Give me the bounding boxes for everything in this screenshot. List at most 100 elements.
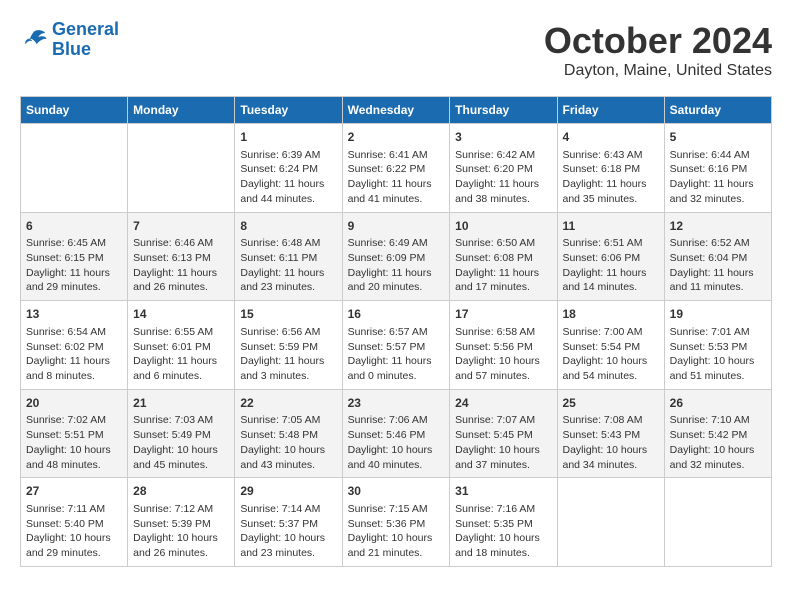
calendar-cell: 3Sunrise: 6:42 AMSunset: 6:20 PMDaylight… [450, 124, 557, 213]
sunset-time: Sunset: 5:51 PM [26, 428, 122, 443]
day-number: 26 [670, 395, 766, 412]
calendar-cell: 17Sunrise: 6:58 AMSunset: 5:56 PMDayligh… [450, 301, 557, 390]
daylight-hours: Daylight: 11 hours and 20 minutes. [348, 266, 445, 295]
daylight-hours: Daylight: 11 hours and 26 minutes. [133, 266, 229, 295]
sunset-time: Sunset: 5:54 PM [563, 340, 659, 355]
sunset-time: Sunset: 6:02 PM [26, 340, 122, 355]
daylight-hours: Daylight: 10 hours and 54 minutes. [563, 354, 659, 383]
calendar-cell: 25Sunrise: 7:08 AMSunset: 5:43 PMDayligh… [557, 389, 664, 478]
day-number: 3 [455, 129, 551, 146]
sunrise-time: Sunrise: 6:52 AM [670, 236, 766, 251]
sunset-time: Sunset: 6:15 PM [26, 251, 122, 266]
day-number: 30 [348, 483, 445, 500]
week-row-3: 13Sunrise: 6:54 AMSunset: 6:02 PMDayligh… [21, 301, 772, 390]
sunrise-time: Sunrise: 6:58 AM [455, 325, 551, 340]
sunset-time: Sunset: 5:37 PM [240, 517, 336, 532]
calendar-cell: 30Sunrise: 7:15 AMSunset: 5:36 PMDayligh… [342, 478, 450, 567]
sunset-time: Sunset: 6:09 PM [348, 251, 445, 266]
daylight-hours: Daylight: 10 hours and 34 minutes. [563, 443, 659, 472]
daylight-hours: Daylight: 11 hours and 8 minutes. [26, 354, 122, 383]
calendar-cell: 19Sunrise: 7:01 AMSunset: 5:53 PMDayligh… [664, 301, 771, 390]
sunrise-time: Sunrise: 7:01 AM [670, 325, 766, 340]
day-number: 23 [348, 395, 445, 412]
sunset-time: Sunset: 5:46 PM [348, 428, 445, 443]
week-row-4: 20Sunrise: 7:02 AMSunset: 5:51 PMDayligh… [21, 389, 772, 478]
sunset-time: Sunset: 6:24 PM [240, 162, 336, 177]
day-number: 11 [563, 218, 659, 235]
calendar-cell: 16Sunrise: 6:57 AMSunset: 5:57 PMDayligh… [342, 301, 450, 390]
calendar-cell: 27Sunrise: 7:11 AMSunset: 5:40 PMDayligh… [21, 478, 128, 567]
sunrise-time: Sunrise: 6:57 AM [348, 325, 445, 340]
day-number: 8 [240, 218, 336, 235]
daylight-hours: Daylight: 10 hours and 21 minutes. [348, 531, 445, 560]
sunset-time: Sunset: 6:20 PM [455, 162, 551, 177]
day-header-thursday: Thursday [450, 97, 557, 124]
day-number: 12 [670, 218, 766, 235]
calendar-cell [128, 124, 235, 213]
day-number: 18 [563, 306, 659, 323]
calendar-table: SundayMondayTuesdayWednesdayThursdayFrid… [20, 96, 772, 567]
sunset-time: Sunset: 5:59 PM [240, 340, 336, 355]
day-header-wednesday: Wednesday [342, 97, 450, 124]
sunset-time: Sunset: 5:35 PM [455, 517, 551, 532]
sunset-time: Sunset: 5:56 PM [455, 340, 551, 355]
calendar-cell: 8Sunrise: 6:48 AMSunset: 6:11 PMDaylight… [235, 212, 342, 301]
day-number: 25 [563, 395, 659, 412]
sunset-time: Sunset: 6:18 PM [563, 162, 659, 177]
calendar-cell: 4Sunrise: 6:43 AMSunset: 6:18 PMDaylight… [557, 124, 664, 213]
title-block: October 2024 Dayton, Maine, United State… [544, 20, 772, 80]
calendar-cell: 6Sunrise: 6:45 AMSunset: 6:15 PMDaylight… [21, 212, 128, 301]
daylight-hours: Daylight: 10 hours and 48 minutes. [26, 443, 122, 472]
day-number: 2 [348, 129, 445, 146]
sunset-time: Sunset: 5:42 PM [670, 428, 766, 443]
sunset-time: Sunset: 6:06 PM [563, 251, 659, 266]
sunrise-time: Sunrise: 7:02 AM [26, 413, 122, 428]
sunrise-time: Sunrise: 6:41 AM [348, 148, 445, 163]
calendar-cell: 13 Sunrise: 6:54 AMSunset: 6:02 PMDayligh… [21, 301, 128, 390]
sunrise-time: Sunrise: 7:06 AM [348, 413, 445, 428]
daylight-hours: Daylight: 11 hours and 41 minutes. [348, 177, 445, 206]
sunset-time: Sunset: 5:48 PM [240, 428, 336, 443]
sunset-time: Sunset: 5:40 PM [26, 517, 122, 532]
daylight-hours: Daylight: 11 hours and 17 minutes. [455, 266, 551, 295]
day-number: 21 [133, 395, 229, 412]
calendar-cell: 5Sunrise: 6:44 AMSunset: 6:16 PMDaylight… [664, 124, 771, 213]
daylight-hours: Daylight: 11 hours and 6 minutes. [133, 354, 229, 383]
calendar-cell: 15Sunrise: 6:56 AMSunset: 5:59 PMDayligh… [235, 301, 342, 390]
day-number: 29 [240, 483, 336, 500]
daylight-hours: Daylight: 11 hours and 14 minutes. [563, 266, 659, 295]
week-row-2: 6Sunrise: 6:45 AMSunset: 6:15 PMDaylight… [21, 212, 772, 301]
sunset-time: Sunset: 6:22 PM [348, 162, 445, 177]
calendar-cell: 31Sunrise: 7:16 AMSunset: 5:35 PMDayligh… [450, 478, 557, 567]
logo-icon [20, 26, 48, 54]
calendar-cell [664, 478, 771, 567]
calendar-cell: 14Sunrise: 6:55 AMSunset: 6:01 PMDayligh… [128, 301, 235, 390]
sunrise-time: Sunrise: 7:14 AM [240, 502, 336, 517]
day-headers-row: SundayMondayTuesdayWednesdayThursdayFrid… [21, 97, 772, 124]
sunset-time: Sunset: 6:04 PM [670, 251, 766, 266]
daylight-hours: Daylight: 10 hours and 43 minutes. [240, 443, 336, 472]
day-number: 13 [26, 306, 122, 323]
daylight-hours: Daylight: 10 hours and 29 minutes. [26, 531, 122, 560]
day-number: 16 [348, 306, 445, 323]
calendar-cell: 29Sunrise: 7:14 AMSunset: 5:37 PMDayligh… [235, 478, 342, 567]
sunrise-time: Sunrise: 6:54 AM [26, 325, 122, 340]
logo-text-block: General Blue [52, 20, 119, 60]
sunrise-time: Sunrise: 7:10 AM [670, 413, 766, 428]
sunset-time: Sunset: 5:36 PM [348, 517, 445, 532]
daylight-hours: Daylight: 10 hours and 40 minutes. [348, 443, 445, 472]
calendar-cell: 2 Sunrise: 6:41 AMSunset: 6:22 PMDaylight… [342, 124, 450, 213]
calendar-cell: 1Sunrise: 6:39 AMSunset: 6:24 PMDaylight… [235, 124, 342, 213]
day-header-sunday: Sunday [21, 97, 128, 124]
daylight-hours: Daylight: 11 hours and 29 minutes. [26, 266, 122, 295]
logo: General Blue [20, 20, 119, 60]
day-number: 9 [348, 218, 445, 235]
daylight-hours: Daylight: 10 hours and 57 minutes. [455, 354, 551, 383]
daylight-hours: Daylight: 10 hours and 32 minutes. [670, 443, 766, 472]
month-year-title: October 2024 [544, 20, 772, 62]
sunrise-time: Sunrise: 6:55 AM [133, 325, 229, 340]
day-number: 31 [455, 483, 551, 500]
day-number: 10 [455, 218, 551, 235]
sunrise-time: Sunrise: 6:51 AM [563, 236, 659, 251]
sunrise-time: Sunrise: 6:46 AM [133, 236, 229, 251]
